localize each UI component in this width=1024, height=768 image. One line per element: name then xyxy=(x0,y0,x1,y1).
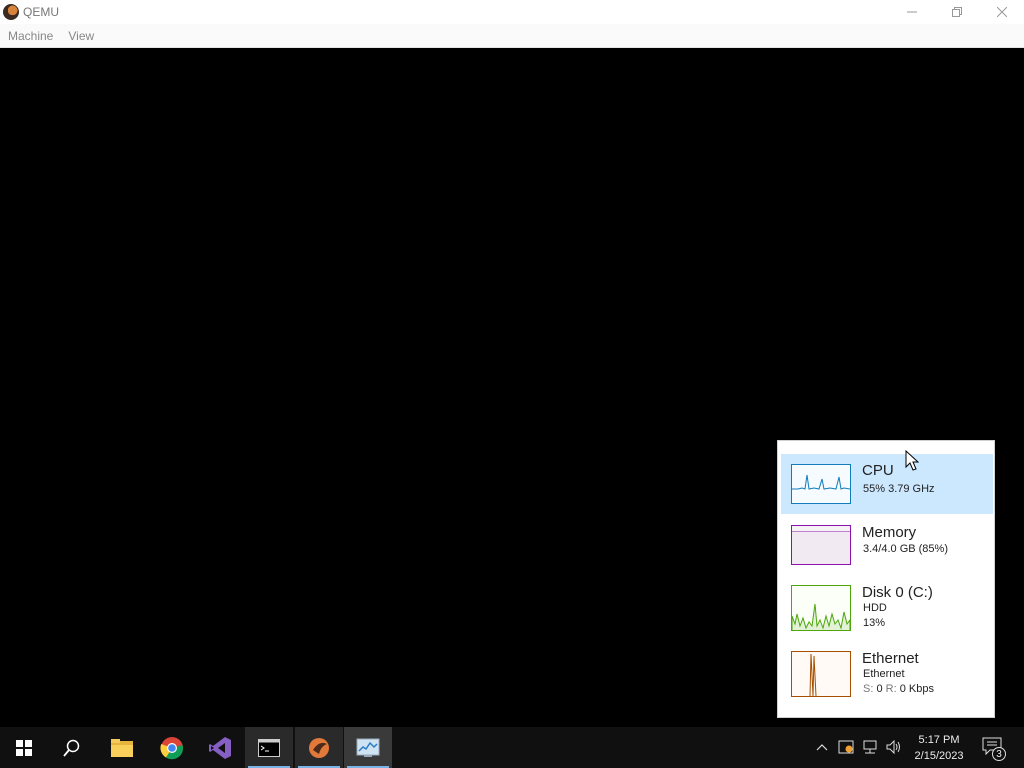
chrome-icon xyxy=(160,736,184,759)
action-center-button[interactable]: 3 xyxy=(980,735,1006,761)
file-explorer-button[interactable] xyxy=(98,727,146,768)
task-manager-icon xyxy=(356,738,380,757)
ethernet-graph xyxy=(791,651,851,697)
perf-item-cpu[interactable]: CPU 55% 3.79 GHz xyxy=(781,454,993,514)
send-prefix: S: xyxy=(863,683,874,695)
menu-view[interactable]: View xyxy=(60,29,101,43)
memory-label: Memory xyxy=(862,524,917,541)
restore-button[interactable] xyxy=(934,0,979,24)
performance-summary-panel: CPU 55% 3.79 GHz Memory 3.4/4.0 GB (85%)… xyxy=(777,440,995,718)
ethernet-label: Ethernet xyxy=(862,650,919,667)
disk-graph xyxy=(791,585,851,631)
qemu-icon xyxy=(309,737,329,758)
send-value: 0 xyxy=(876,683,883,695)
perf-item-ethernet[interactable]: Ethernet Ethernet S: 0 R: 0 Kbps xyxy=(781,642,993,708)
system-clock[interactable]: 5:17 PM 2/15/2023 xyxy=(906,732,972,764)
show-hidden-icons-button[interactable] xyxy=(814,739,830,755)
ethernet-adapter-text: Ethernet xyxy=(863,668,905,680)
perf-item-disk[interactable]: Disk 0 (C:) HDD 13% xyxy=(781,576,993,642)
search-button[interactable] xyxy=(48,727,96,768)
mouse-cursor-icon xyxy=(905,450,919,471)
cpu-label: CPU xyxy=(862,462,894,479)
close-button[interactable] xyxy=(979,0,1024,24)
window-controls xyxy=(889,0,1024,24)
task-manager-button[interactable] xyxy=(344,727,392,768)
menu-machine[interactable]: Machine xyxy=(0,29,60,43)
clock-date: 2/15/2023 xyxy=(914,750,964,762)
chevron-up-icon xyxy=(816,744,828,751)
memory-graph xyxy=(791,525,851,565)
speaker-icon xyxy=(886,740,900,754)
chrome-button[interactable] xyxy=(148,727,196,768)
network-button[interactable] xyxy=(862,739,878,755)
qemu-taskbar-button[interactable] xyxy=(295,727,343,768)
start-button[interactable] xyxy=(0,727,48,768)
tray-app-icon[interactable] xyxy=(838,739,854,755)
disk-usage-text: 13% xyxy=(863,617,886,629)
receive-value: 0 Kbps xyxy=(899,683,934,695)
title-bar: QEMU xyxy=(0,0,1024,24)
memory-usage-text: 3.4/4.0 GB (85%) xyxy=(863,543,948,555)
close-icon xyxy=(996,7,1007,17)
receive-prefix: R: xyxy=(885,683,897,695)
clock-time: 5:17 PM xyxy=(918,734,960,746)
minimize-button[interactable] xyxy=(889,0,934,24)
disk-type-text: HDD xyxy=(863,602,887,614)
notification-count-badge: 3 xyxy=(992,747,1006,761)
windows-start-icon xyxy=(16,739,32,756)
network-icon xyxy=(863,740,877,754)
file-explorer-icon xyxy=(111,738,133,757)
minimize-icon xyxy=(906,11,917,13)
volume-button[interactable] xyxy=(886,739,902,755)
taskbar: 5:17 PM 2/15/2023 3 xyxy=(0,727,1024,768)
cpu-graph xyxy=(791,464,851,504)
visual-studio-icon xyxy=(209,736,231,759)
window-title: QEMU xyxy=(23,5,59,19)
disk-label: Disk 0 (C:) xyxy=(862,584,933,601)
command-prompt-icon xyxy=(258,738,280,757)
command-prompt-button[interactable] xyxy=(245,727,293,768)
perf-item-memory[interactable]: Memory 3.4/4.0 GB (85%) xyxy=(781,516,993,576)
search-icon xyxy=(63,739,80,757)
ethernet-throughput-text: S: 0 R: 0 Kbps xyxy=(863,683,934,695)
qemu-app-icon xyxy=(3,4,19,20)
security-warning-icon xyxy=(838,740,854,754)
cpu-usage-text: 55% 3.79 GHz xyxy=(863,483,935,495)
menu-bar: Machine View xyxy=(0,24,1024,48)
visual-studio-button[interactable] xyxy=(196,727,244,768)
restore-icon xyxy=(951,7,962,17)
